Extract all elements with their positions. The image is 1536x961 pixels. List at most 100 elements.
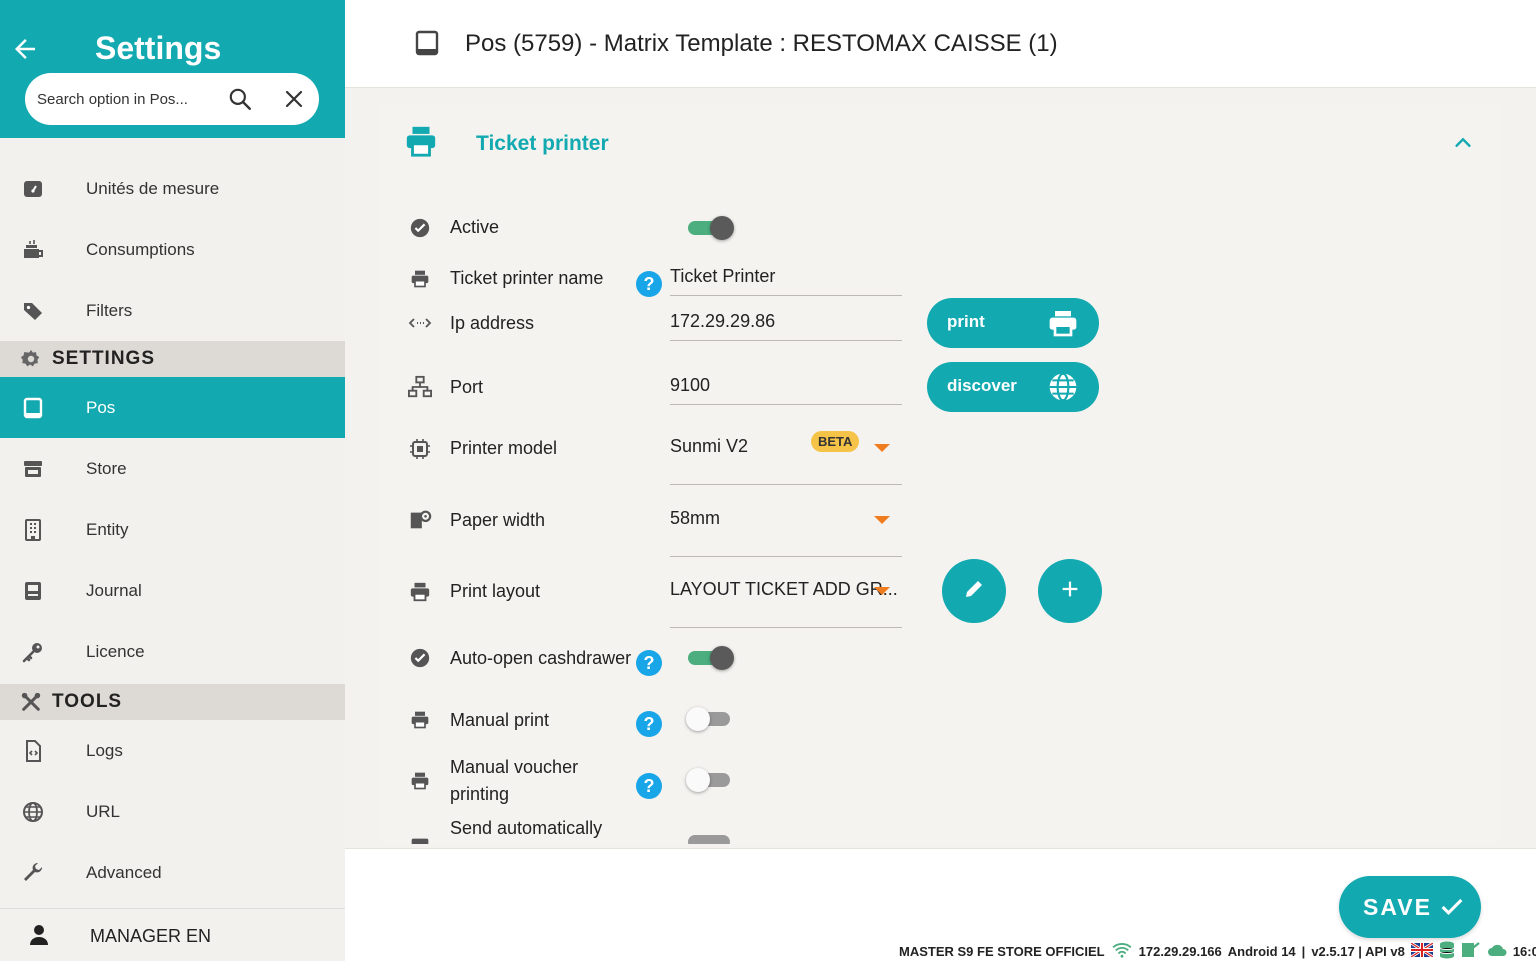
close-icon[interactable]	[282, 87, 306, 111]
search-icon[interactable]	[227, 86, 253, 112]
discover-button-label: discover	[947, 376, 1017, 395]
voucher-toggle[interactable]	[686, 768, 734, 792]
gauge-icon	[20, 176, 46, 202]
print-button-label: print	[947, 312, 985, 331]
voucher-label-line2: printing	[450, 784, 510, 804]
sidebar-item-label: Pos	[86, 397, 116, 417]
user-row[interactable]: MANAGER EN	[0, 908, 345, 961]
consumption-icon	[20, 237, 46, 263]
store-icon	[20, 456, 46, 482]
sidebar-item-label: Licence	[86, 641, 145, 661]
network-icon	[408, 375, 432, 399]
port-field[interactable]: 9100	[670, 372, 902, 405]
save-button-label: SAVE	[1363, 893, 1432, 920]
android-version: Android 14	[1227, 943, 1296, 959]
printer-icon	[404, 124, 438, 158]
key-icon	[20, 639, 46, 665]
ip-arrows-icon	[408, 311, 432, 335]
discover-button[interactable]: discover	[927, 362, 1099, 412]
bottom-bar: SAVE MASTER S9 FE STORE OFFICIEL 172.29.…	[345, 848, 1536, 961]
sidebar-item-pos[interactable]: Pos	[0, 377, 345, 438]
sidebar-item-label: Filters	[86, 300, 133, 320]
help-icon[interactable]: ?	[636, 271, 662, 297]
code-file-icon	[20, 738, 46, 764]
sidebar-item-journal[interactable]: Journal	[0, 560, 345, 621]
user-name: MANAGER EN	[90, 926, 212, 946]
gear-icon	[20, 348, 42, 370]
chevron-up-icon[interactable]	[1452, 132, 1474, 154]
wifi-icon	[1111, 942, 1133, 961]
sync-icon	[1461, 941, 1481, 961]
ip-label: Ip address	[450, 313, 535, 333]
search-box	[25, 73, 319, 125]
clock-time: 16:03	[1512, 943, 1536, 959]
paper-width-value: 58mm	[670, 508, 721, 528]
back-arrow-icon[interactable]	[10, 34, 40, 64]
wrench-icon	[20, 860, 46, 886]
send-automatically-toggle[interactable]	[686, 830, 734, 844]
sidebar-item-logs[interactable]: Logs	[0, 720, 345, 781]
printer-name-value: Ticket Printer	[670, 266, 776, 286]
ip-address-value: 172.29.29.86	[670, 311, 776, 331]
sidebar-item-label: Store	[86, 458, 127, 478]
uk-flag-icon[interactable]	[1410, 941, 1434, 960]
sidebar-item-consumptions[interactable]: Consumptions	[0, 219, 345, 280]
cashdrawer-toggle[interactable]	[686, 646, 734, 670]
status-bar: MASTER S9 FE STORE OFFICIEL 172.29.29.16…	[899, 941, 1536, 961]
dropdown-caret-icon	[874, 444, 890, 452]
sidebar-item-label: Entity	[86, 519, 129, 539]
user-icon	[27, 923, 51, 947]
globe-icon	[20, 799, 46, 825]
top-bar: Pos (5759) - Matrix Template : RESTOMAX …	[345, 0, 1536, 88]
globe-icon	[1047, 371, 1079, 403]
sidebar-item-unites[interactable]: Unités de mesure	[0, 158, 345, 219]
database-icon	[1439, 941, 1455, 961]
print-layout-value: LAYOUT TICKET ADD GR...	[670, 579, 898, 599]
paper-width-select[interactable]: 58mm	[670, 505, 902, 557]
help-icon[interactable]: ?	[636, 773, 662, 799]
chip-icon	[408, 437, 432, 461]
printer-name-label: Ticket printer name	[450, 268, 604, 288]
paper-roll-icon	[408, 508, 432, 532]
printer-model-value: Sunmi V2	[670, 436, 749, 456]
search-input[interactable]	[37, 85, 222, 113]
pencil-icon	[962, 577, 986, 606]
sidebar-item-entity[interactable]: Entity	[0, 499, 345, 560]
ip-address-field[interactable]: 172.29.29.86	[670, 308, 902, 341]
sidebar-item-label: Unités de mesure	[86, 178, 220, 198]
panel-title[interactable]: Ticket printer	[476, 132, 609, 156]
section-header-label: SETTINGS	[52, 348, 156, 369]
save-button[interactable]: SAVE	[1339, 876, 1481, 938]
help-icon[interactable]: ?	[636, 711, 662, 737]
tools-section-header: TOOLS	[0, 684, 345, 720]
settings-section-header: SETTINGS	[0, 341, 345, 377]
printer-model-select[interactable]: Sunmi V2 BETA	[670, 431, 902, 485]
manual-print-toggle[interactable]	[686, 707, 734, 731]
sidebar-item-advanced[interactable]: Advanced	[0, 842, 345, 903]
journal-icon	[20, 578, 46, 604]
printer-name-field[interactable]: Ticket Printer	[670, 263, 902, 296]
active-toggle[interactable]	[686, 216, 734, 240]
active-label: Active	[450, 217, 500, 237]
cloud-icon	[1487, 943, 1507, 960]
device-ip: 172.29.29.166	[1138, 943, 1222, 959]
add-layout-button[interactable]	[1038, 559, 1102, 623]
page-title: Pos (5759) - Matrix Template : RESTOMAX …	[465, 30, 1058, 57]
sidebar-item-store[interactable]: Store	[0, 438, 345, 499]
help-icon[interactable]: ?	[636, 650, 662, 676]
cashdrawer-label: Auto-open cashdrawer	[450, 648, 632, 668]
print-layout-select[interactable]: LAYOUT TICKET ADD GR...	[670, 576, 902, 628]
sidebar-item-label: URL	[86, 801, 121, 821]
edit-layout-button[interactable]	[942, 559, 1006, 623]
sidebar-item-url[interactable]: URL	[0, 781, 345, 842]
tools-icon	[20, 691, 42, 713]
sidebar-item-licence[interactable]: Licence	[0, 621, 345, 682]
ticket-printer-panel: Ticket printer Active Ticket printer nam…	[380, 104, 1500, 844]
building-icon	[20, 517, 46, 543]
manual-print-label: Manual print	[450, 710, 550, 730]
printer-icon	[408, 267, 432, 291]
sidebar-item-filters[interactable]: Filters	[0, 280, 345, 341]
print-button[interactable]: print	[927, 298, 1099, 348]
port-value: 9100	[670, 375, 711, 395]
sidebar-title: Settings	[95, 30, 222, 66]
